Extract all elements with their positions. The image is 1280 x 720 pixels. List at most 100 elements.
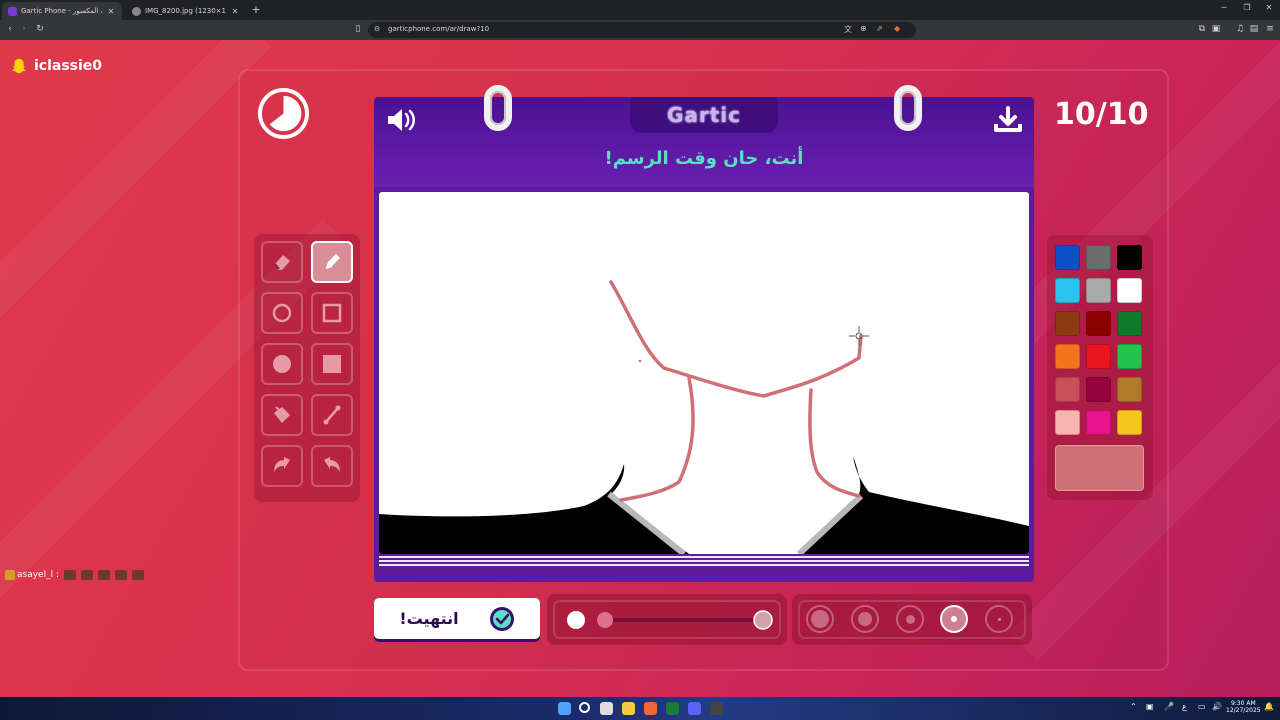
tab-title: Gartic Phone - لعبة الهاتف المكسور	[21, 7, 102, 15]
color-swatch[interactable]	[1117, 410, 1142, 435]
rectangle-tool[interactable]	[311, 292, 353, 334]
extensions-icon[interactable]: ⧉	[1196, 24, 1208, 34]
menu-icon[interactable]: ≡	[1264, 24, 1276, 34]
discord-icon[interactable]	[688, 702, 701, 715]
brave-icon[interactable]	[644, 702, 657, 715]
color-swatch[interactable]	[1086, 245, 1111, 270]
volume-icon[interactable]: 🔊	[1212, 702, 1222, 711]
brave-shield-icon[interactable]: ◆	[894, 24, 900, 33]
color-swatch[interactable]	[1055, 245, 1080, 270]
tab-gartic[interactable]: Gartic Phone - لعبة الهاتف المكسور ✕	[2, 2, 122, 20]
tray-chevron-icon[interactable]: ⌃	[1130, 702, 1137, 711]
stroke-size-2[interactable]	[851, 605, 879, 633]
address-toolbar: ‹ › ↻ ▯ ⚙ garticphone.com/ar/draw?10 文 ⊕…	[0, 20, 1280, 40]
circle-outline-icon	[272, 303, 292, 323]
emote-icon	[131, 570, 144, 580]
zoom-icon[interactable]: ⊕	[860, 24, 867, 33]
color-swatch[interactable]	[1117, 311, 1142, 336]
browser-tab-bar: Gartic Phone - لعبة الهاتف المكسور ✕ IMG…	[0, 0, 1280, 20]
color-swatch[interactable]	[1117, 278, 1142, 303]
language-icon[interactable]: ع	[1182, 702, 1187, 711]
color-swatch[interactable]	[1086, 377, 1111, 402]
done-button[interactable]: انتهيت!	[374, 598, 540, 639]
close-tab-icon[interactable]: ✕	[106, 7, 116, 16]
brush-size-panel	[547, 594, 787, 645]
globe-icon	[132, 6, 141, 16]
network-icon[interactable]: ▭	[1198, 702, 1206, 711]
emote-icon	[63, 570, 76, 580]
task-view-icon[interactable]	[600, 702, 613, 715]
new-tab-button[interactable]: +	[250, 3, 262, 16]
tray-app-icon[interactable]: ▣	[1146, 702, 1154, 711]
pencil-tool[interactable]	[311, 241, 353, 283]
stroke-size-3[interactable]	[896, 605, 924, 633]
emoji-icon	[5, 570, 15, 580]
filled-ellipse-tool[interactable]	[261, 343, 303, 385]
line-tool[interactable]	[311, 394, 353, 436]
microphone-icon[interactable]: 🎤	[1164, 702, 1174, 711]
share-icon[interactable]: ⇗	[876, 24, 883, 33]
stroke-size-1[interactable]	[806, 605, 834, 633]
reload-icon[interactable]: ↻	[34, 24, 46, 34]
minimize-icon[interactable]: ─	[1218, 3, 1230, 12]
fill-tool[interactable]	[261, 394, 303, 436]
username: iclassie0	[34, 58, 103, 74]
emote-icon	[114, 570, 127, 580]
start-icon[interactable]	[558, 702, 571, 715]
eraser-tool[interactable]	[261, 241, 303, 283]
back-icon[interactable]: ‹	[4, 24, 16, 34]
crosshair-cursor	[849, 326, 869, 346]
undo-tool[interactable]	[261, 445, 303, 487]
current-color-preview[interactable]	[1055, 445, 1144, 491]
sidebar-icon[interactable]: ▤	[1248, 24, 1260, 34]
app-icon[interactable]	[710, 702, 723, 715]
filled-rectangle-tool[interactable]	[311, 343, 353, 385]
color-swatch[interactable]	[1086, 278, 1111, 303]
terminal-icon[interactable]	[666, 702, 679, 715]
color-swatch[interactable]	[1086, 344, 1111, 369]
color-swatch[interactable]	[1055, 344, 1080, 369]
close-window-icon[interactable]: ✕	[1263, 3, 1275, 12]
color-swatch[interactable]	[1055, 377, 1080, 402]
binder-ring	[484, 85, 512, 131]
color-swatch[interactable]	[1055, 410, 1080, 435]
color-swatch[interactable]	[1086, 410, 1111, 435]
stroke-size-4[interactable]	[940, 605, 968, 633]
redo-tool[interactable]	[311, 445, 353, 487]
color-swatch[interactable]	[1055, 278, 1080, 303]
sound-icon[interactable]	[384, 105, 420, 135]
taskbar-time: 9:30 AM	[1230, 700, 1256, 707]
bookmark-icon[interactable]: ▯	[352, 24, 364, 34]
translate-icon[interactable]: 文	[844, 24, 852, 35]
tab-image[interactable]: IMG_8200.jpg (1230×1167) ✕	[126, 2, 246, 20]
site-info-icon[interactable]: ⚙	[374, 25, 380, 33]
done-label: انتهيت!	[399, 609, 459, 628]
color-swatch[interactable]	[1086, 311, 1111, 336]
stroke-size-5[interactable]	[985, 605, 1013, 633]
close-tab-icon[interactable]: ✕	[230, 7, 240, 16]
color-swatch[interactable]	[1117, 377, 1142, 402]
check-badge-icon	[489, 606, 514, 631]
chat-author: asayel_l :	[17, 570, 59, 580]
chat-message: asayel_l :	[2, 570, 144, 580]
url-bar[interactable]: ⚙ garticphone.com/ar/draw?10 文 ⊕ ⇗ ◆	[368, 22, 916, 38]
wallet-icon[interactable]: ▣	[1210, 24, 1222, 34]
drawing-canvas[interactable]	[379, 192, 1029, 554]
tab-title: IMG_8200.jpg (1230×1167)	[145, 7, 226, 15]
search-icon[interactable]	[579, 702, 590, 713]
color-palette	[1047, 235, 1153, 500]
media-icon[interactable]: ♫	[1234, 24, 1246, 34]
square-filled-icon	[323, 355, 341, 373]
taskbar-clock[interactable]: 9:30 AM 12/27/2025	[1226, 700, 1261, 714]
notification-bell-icon[interactable]: 🔔	[1264, 702, 1274, 711]
download-icon[interactable]	[990, 105, 1026, 135]
line-icon	[323, 405, 341, 425]
color-swatch[interactable]	[1055, 311, 1080, 336]
color-swatch[interactable]	[1117, 344, 1142, 369]
ellipse-tool[interactable]	[261, 292, 303, 334]
restore-icon[interactable]: ❐	[1241, 3, 1253, 12]
brush-size-slider[interactable]	[547, 594, 787, 645]
file-explorer-icon[interactable]	[622, 702, 635, 715]
forward-icon[interactable]: ›	[18, 24, 30, 34]
color-swatch[interactable]	[1117, 245, 1142, 270]
